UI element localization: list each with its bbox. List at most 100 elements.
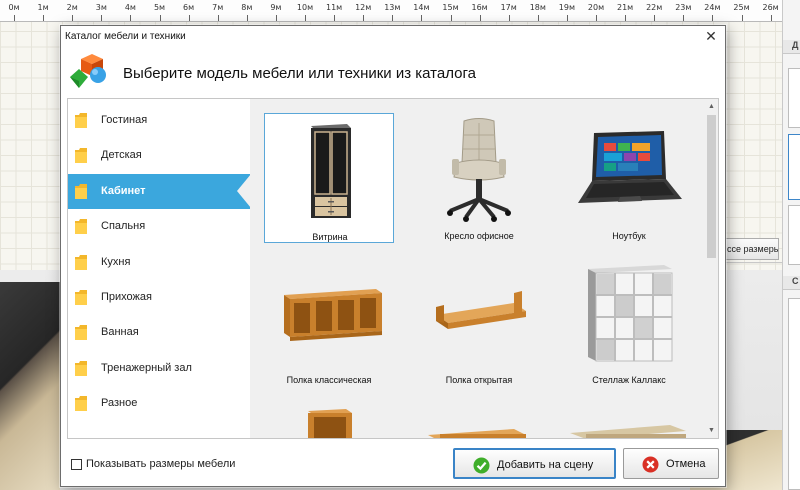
kallax-rack-icon <box>588 265 673 362</box>
scroll-up-icon[interactable]: ▲ <box>705 100 718 113</box>
item-label: Полка открытая <box>445 375 513 385</box>
show-sizes-checkbox[interactable] <box>71 459 82 470</box>
ruler-label: 15м <box>442 3 459 12</box>
category-item[interactable]: Гостиная <box>68 103 250 138</box>
catalog-dialog: Каталог мебели и техники ✕ Выберите моде… <box>60 25 726 487</box>
ruler-label: 2м <box>66 3 78 12</box>
show-sizes-button-bg[interactable]: ссе размеры <box>724 238 779 260</box>
catalog-body: Гостиная Детская Кабинет Спальня Кухня Прихож… <box>67 98 719 439</box>
ruler-label: 7м <box>212 3 224 12</box>
catalog-item-partial-1[interactable] <box>264 399 394 438</box>
category-item[interactable]: Ванная <box>68 315 250 350</box>
ruler-tick <box>712 15 714 21</box>
category-item[interactable]: Тренажерный зал <box>68 351 250 386</box>
ruler-tick <box>159 15 161 21</box>
ruler-tick <box>625 15 627 21</box>
ruler-tick <box>334 15 336 21</box>
category-item[interactable]: Прихожая <box>68 280 250 315</box>
ruler-label: 11м <box>325 3 343 12</box>
ruler-tick <box>479 15 481 21</box>
folder-icon <box>75 113 87 128</box>
ruler-label: 9м <box>270 3 282 12</box>
display-cabinet-icon <box>311 124 351 218</box>
category-label: Кухня <box>101 255 131 268</box>
panel-button-3[interactable] <box>788 205 800 265</box>
dialog-titlebar: Каталог мебели и техники ✕ <box>61 26 725 48</box>
category-item[interactable]: Кухня <box>68 245 250 280</box>
ruler-label: 10м <box>296 3 314 12</box>
catalog-item-open-shelf[interactable]: Полка открытая <box>414 257 544 387</box>
ruler-label: 22м <box>646 3 663 12</box>
ruler-label: 25м <box>733 3 750 12</box>
ruler-label: 6м <box>183 3 195 12</box>
ruler-tick <box>217 15 219 21</box>
horizontal-ruler: 0м 1м 2м 3м 4м 5м 6м 7м 8м 9м 10м 11м 12м 13м 14м 15м 16… <box>0 0 782 22</box>
ruler-label: 4м <box>124 3 136 12</box>
add-button-label: Добавить на сцену <box>497 459 594 471</box>
category-item[interactable]: Разное <box>68 386 250 421</box>
ruler-label: 26м <box>762 3 779 12</box>
ruler-label: 14м <box>413 3 430 12</box>
item-label: Полка классическая <box>286 375 372 385</box>
category-list: Гостиная Детская Кабинет Спальня Кухня Прихож… <box>68 99 251 438</box>
add-to-scene-button[interactable]: Добавить на сцену <box>453 448 616 479</box>
office-chair-icon <box>447 118 511 222</box>
category-label: Ванная <box>101 326 139 339</box>
catalog-item-vitrina[interactable]: Витрина <box>264 113 394 243</box>
ruler-tick <box>275 15 277 21</box>
ruler-label: 1м <box>37 3 49 12</box>
category-label: Гостиная <box>101 114 148 126</box>
panel-button-2[interactable] <box>788 134 800 200</box>
ruler-tick <box>654 15 656 21</box>
dialog-title: Каталог мебели и техники <box>65 31 186 42</box>
category-item[interactable]: Кабинет <box>68 173 251 209</box>
catalog-item-kallax-rack[interactable]: Стеллаж Каллакс <box>564 257 694 387</box>
category-label: Спальня <box>101 220 146 233</box>
ruler-tick <box>421 15 423 21</box>
catalog-item-partial-2[interactable] <box>414 399 544 438</box>
items-grid: Витрина Кресло офисное Ноутбук Полка кла… <box>250 99 718 438</box>
category-label: Разное <box>101 397 138 410</box>
ruler-tick <box>392 15 394 21</box>
panel-button-1[interactable] <box>788 68 800 128</box>
category-label: Тренажерный зал <box>101 361 192 374</box>
close-icon[interactable]: ✕ <box>701 27 721 47</box>
ruler-label: 21м <box>616 3 634 12</box>
vertical-scrollbar[interactable]: ▲ ▼ <box>705 99 718 438</box>
catalog-item-laptop[interactable]: Ноутбук <box>564 113 694 243</box>
dialog-heading: Выберите модель мебели или техники из ка… <box>123 65 476 82</box>
ruler-tick <box>14 15 15 21</box>
catalog-item-partial-3[interactable] <box>564 399 694 438</box>
item-label: Кресло офисное <box>444 231 514 241</box>
panel-list[interactable] <box>788 298 800 490</box>
ruler-tick <box>72 15 74 21</box>
ruler-tick <box>246 15 248 21</box>
catalog-item-classic-shelf[interactable]: Полка классическая <box>264 257 394 387</box>
panel-header-2: С <box>783 276 800 290</box>
cancel-button[interactable]: Отмена <box>623 448 719 479</box>
panel-header-1: Д <box>783 40 800 54</box>
show-sizes-label: Показывать размеры мебели <box>86 458 236 470</box>
folder-icon <box>75 254 87 270</box>
dialog-header: Выберите модель мебели или техники из ка… <box>61 48 725 98</box>
folder-icon <box>75 360 87 376</box>
item-label: Ноутбук <box>612 231 646 241</box>
ruler-tick <box>101 15 103 21</box>
checkmark-icon <box>473 457 490 474</box>
ruler-label: 19м <box>558 3 575 12</box>
category-item[interactable]: Детская <box>68 138 250 173</box>
ruler-tick <box>305 15 306 21</box>
folder-icon <box>75 148 87 164</box>
category-item[interactable]: Спальня <box>68 209 250 244</box>
ruler-tick <box>770 15 772 21</box>
item-label: Витрина <box>312 232 348 242</box>
folder-icon <box>75 396 87 412</box>
scroll-down-icon[interactable]: ▼ <box>705 424 718 437</box>
open-shelf-icon <box>436 291 526 329</box>
ruler-tick <box>188 15 190 21</box>
scroll-thumb[interactable] <box>707 115 716 258</box>
ruler-label: 0м <box>8 3 20 12</box>
ruler-tick <box>566 15 568 21</box>
ruler-label: 12м <box>355 3 372 12</box>
catalog-item-office-chair[interactable]: Кресло офисное <box>414 113 544 243</box>
